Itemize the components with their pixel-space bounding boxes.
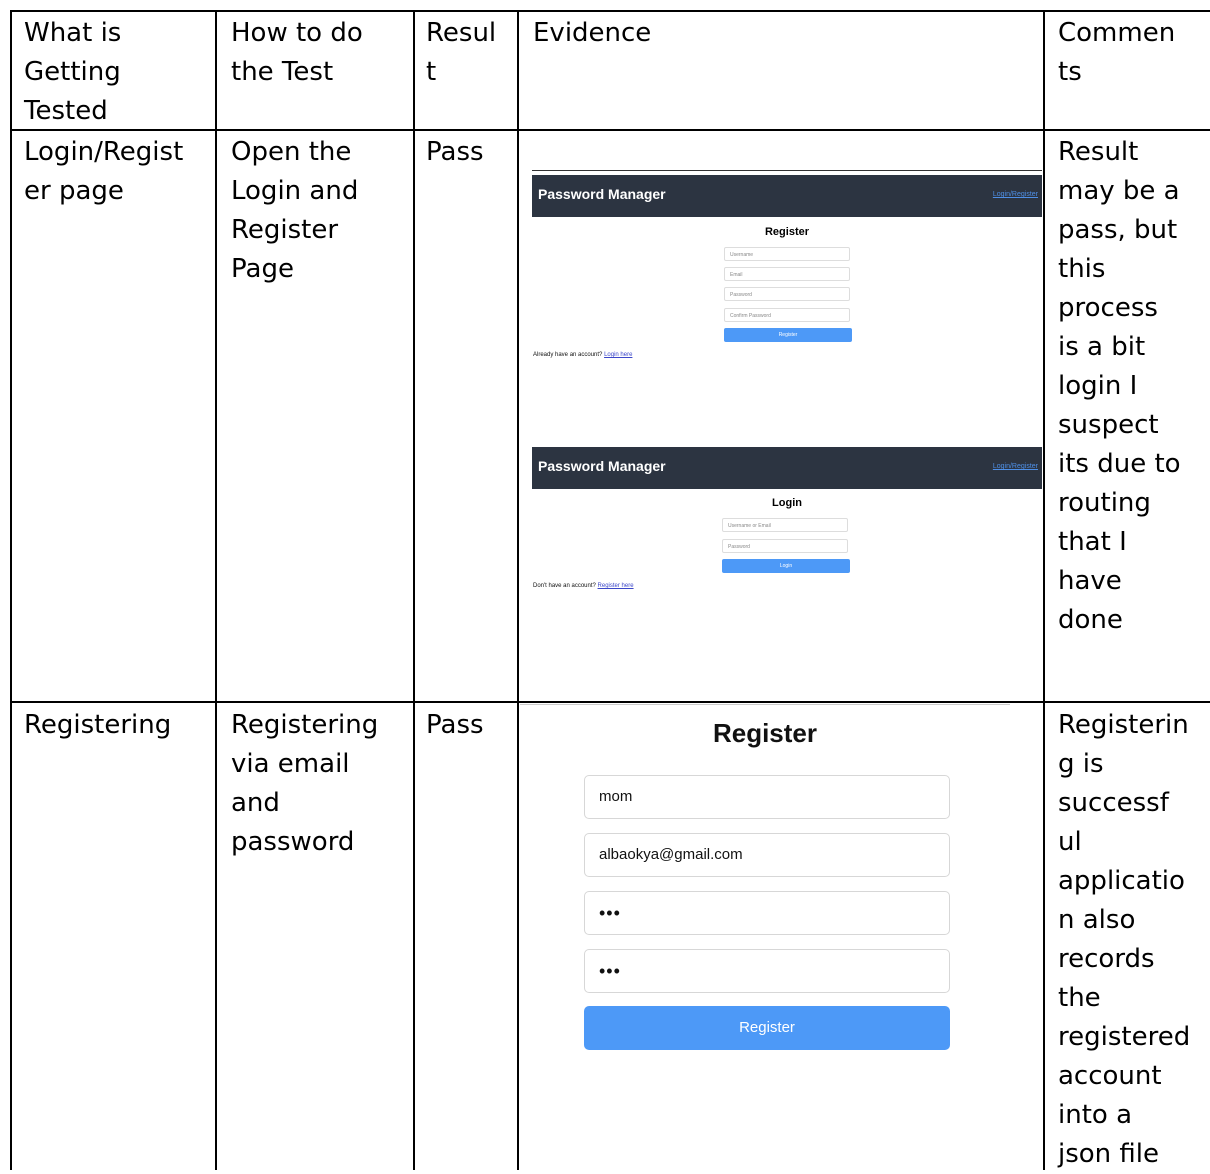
table-border-top bbox=[10, 10, 1210, 12]
register-title: Register bbox=[764, 226, 810, 238]
email-input[interactable]: Email bbox=[724, 267, 850, 281]
header-how-to-test: How to do the Test bbox=[231, 18, 363, 87]
row2-what: Registering bbox=[24, 710, 172, 740]
register-button[interactable]: Register bbox=[584, 1006, 950, 1050]
row2-how: Registering via email and password bbox=[231, 710, 379, 857]
register-title: Register bbox=[712, 718, 818, 748]
username-input[interactable]: Username bbox=[724, 247, 850, 261]
login-title: Login bbox=[772, 497, 802, 509]
table-border-row2 bbox=[10, 701, 1210, 703]
header-evidence: Evidence bbox=[533, 18, 652, 48]
confirm-password-input[interactable]: ••• bbox=[584, 949, 950, 993]
table-border-left bbox=[10, 10, 12, 1170]
row1-comments: Result may be a pass, but this process i… bbox=[1058, 137, 1181, 635]
register-here-link[interactable]: Register here bbox=[598, 583, 634, 589]
login-prompt: Already have an account? Login here bbox=[533, 352, 632, 358]
password-input[interactable]: ••• bbox=[584, 891, 950, 935]
navbar: Password Manager Login/Register bbox=[532, 175, 1042, 217]
username-or-email-input[interactable]: Username or Email bbox=[722, 518, 848, 532]
table-col-divider-1 bbox=[215, 10, 217, 1170]
table-col-divider-3 bbox=[517, 10, 519, 1170]
confirm-password-input[interactable]: Confirm Password bbox=[724, 308, 850, 322]
register-page-screenshot: Password Manager Login/Register Register… bbox=[532, 170, 1042, 370]
register-prompt: Don't have an account? Register here bbox=[533, 583, 634, 589]
table-col-divider-2 bbox=[413, 10, 415, 1170]
screenshot-top-border bbox=[520, 704, 1010, 705]
row1-result: Pass bbox=[426, 137, 484, 167]
header-what-tested: What is Getting Tested bbox=[24, 18, 122, 126]
table-col-divider-4 bbox=[1043, 10, 1045, 1170]
nav-login-register-link[interactable]: Login/Register bbox=[993, 463, 1038, 470]
row1-what: Login/Regist er page bbox=[24, 137, 184, 206]
username-input[interactable]: mom bbox=[584, 775, 950, 819]
row2-comments: Registerin g is successf ul applicatio n… bbox=[1058, 710, 1191, 1169]
navbar: Password Manager Login/Register bbox=[532, 447, 1042, 489]
brand-title: Password Manager bbox=[538, 186, 666, 202]
login-button[interactable]: Login bbox=[722, 559, 850, 573]
brand-title: Password Manager bbox=[538, 458, 666, 474]
login-prompt-text: Already have an account? bbox=[533, 352, 605, 358]
email-input[interactable]: albaokya@gmail.com bbox=[584, 833, 950, 877]
register-prompt-text: Don't have an account? bbox=[533, 583, 598, 589]
header-comments: Commen ts bbox=[1058, 18, 1176, 87]
register-button[interactable]: Register bbox=[724, 328, 852, 342]
register-form-filled-screenshot: Register mom albaokya@gmail.com ••• ••• … bbox=[520, 704, 1010, 1104]
row2-result: Pass bbox=[426, 710, 484, 740]
header-result: Resul t bbox=[426, 18, 497, 87]
screenshot-top-border bbox=[532, 170, 1042, 171]
password-input[interactable]: Password bbox=[724, 287, 850, 301]
nav-login-register-link[interactable]: Login/Register bbox=[993, 191, 1038, 198]
row1-how: Open the Login and Register Page bbox=[231, 137, 359, 284]
login-page-screenshot: Password Manager Login/Register Login Us… bbox=[532, 446, 1042, 596]
password-input[interactable]: Password bbox=[722, 539, 848, 553]
login-here-link[interactable]: Login here bbox=[604, 352, 632, 358]
